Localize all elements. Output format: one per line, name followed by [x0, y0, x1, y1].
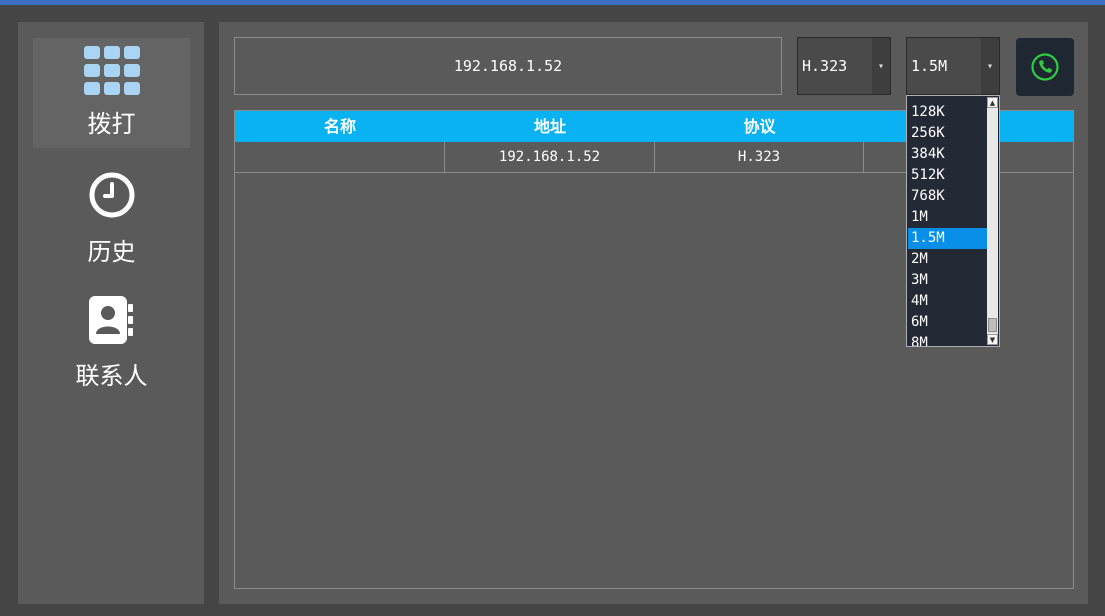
cell-protocol: H.323 [655, 142, 864, 172]
scroll-up-icon[interactable]: ▲ [987, 97, 998, 108]
dropdown-option[interactable]: 256K [908, 123, 988, 144]
protocol-select[interactable]: H.323 ▾ [797, 37, 891, 95]
chevron-down-icon[interactable]: ▾ [981, 38, 999, 94]
dropdown-option[interactable]: 384K [908, 144, 988, 165]
bandwidth-select[interactable]: 1.5M ▾ [906, 37, 1000, 95]
bandwidth-value: 1.5M [911, 57, 948, 75]
call-button[interactable] [1016, 38, 1074, 96]
sidebar-item-label: 拨打 [87, 110, 136, 138]
cell-address: 192.168.1.52 [445, 142, 655, 172]
sidebar-item-dial[interactable]: 拨打 [33, 38, 190, 148]
protocol-value: H.323 [802, 57, 848, 75]
column-header-name: 名称 [323, 117, 356, 136]
column-header-protocol: 协议 [743, 117, 776, 136]
phone-icon [1031, 53, 1059, 81]
clock-icon [89, 172, 134, 218]
scrollbar-thumb[interactable] [988, 318, 997, 332]
dropdown-option[interactable]: 8M [908, 333, 988, 346]
dropdown-option-selected[interactable]: 1.5M [908, 228, 988, 249]
bandwidth-dropdown-list[interactable]: 128K 256K 384K 512K 768K 1M 1.5M 2M 3M 4… [906, 95, 1000, 347]
address-input[interactable]: 192.168.1.52 [234, 37, 782, 95]
dropdown-option[interactable]: 6M [908, 312, 988, 333]
cell-name [235, 142, 445, 172]
contact-book-icon [88, 296, 133, 344]
dropdown-option[interactable]: 2M [908, 249, 988, 270]
dropdown-option[interactable]: 512K [908, 165, 988, 186]
sidebar: 拨打 历史 联系人 [18, 22, 204, 604]
sidebar-item-label: 历史 [87, 238, 136, 266]
dropdown-scrollbar[interactable]: ▲ ▼ [987, 97, 998, 345]
dropdown-option[interactable]: 4M [908, 291, 988, 312]
sidebar-item-label: 联系人 [75, 362, 148, 390]
window-top-border [0, 0, 1105, 5]
dropdown-option[interactable]: 768K [908, 186, 988, 207]
dropdown-option[interactable]: 128K [908, 102, 988, 123]
scroll-down-icon[interactable]: ▼ [987, 334, 998, 345]
dropdown-option[interactable]: 3M [908, 270, 988, 291]
dialpad-icon [83, 46, 140, 95]
sidebar-item-history[interactable]: 历史 [33, 162, 190, 272]
dropdown-option[interactable]: 1M [908, 207, 988, 228]
chevron-down-icon[interactable]: ▾ [872, 38, 890, 94]
column-header-address: 地址 [533, 117, 566, 136]
sidebar-item-contacts[interactable]: 联系人 [33, 288, 190, 398]
